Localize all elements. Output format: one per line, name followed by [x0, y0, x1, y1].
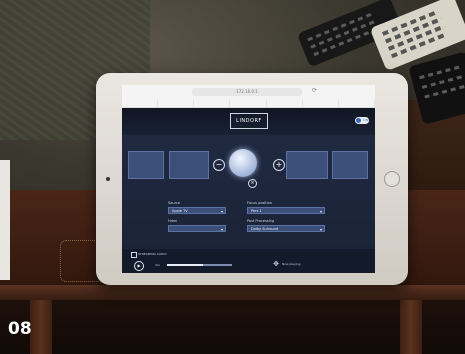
toggle-knob — [356, 118, 361, 123]
volume-down-button[interactable]: − — [213, 159, 225, 171]
app-header: LINDORF ON — [122, 108, 375, 134]
browser-chrome: 172.16.0.1 ⟳ — [122, 85, 375, 108]
power-toggle[interactable]: ON — [355, 117, 369, 124]
source-selector-box[interactable] — [128, 151, 164, 179]
chevron-down-icon: ▾ — [319, 209, 322, 214]
volume-slider[interactable] — [167, 264, 232, 266]
focus-select-value: Pers 1 — [251, 209, 262, 213]
streaming-checkbox[interactable] — [131, 252, 137, 258]
white-object-edge — [0, 160, 10, 280]
browser-tab[interactable] — [230, 99, 267, 107]
tablet-screen: 172.16.0.1 ⟳ LINDORF ON − + × Source App… — [122, 85, 375, 273]
hdmi-select[interactable]: ▾ — [168, 225, 226, 232]
table-shadow — [0, 300, 465, 354]
play-icon[interactable]: ▶ — [134, 261, 144, 271]
photo-scene: 172.16.0.1 ⟳ LINDORF ON − + × Source App… — [0, 0, 465, 354]
checkbox-label: STREAMING AUDIO — [138, 252, 167, 256]
toggle-label: ON — [363, 118, 368, 122]
processing-select[interactable]: Dolby Surround ▾ — [247, 225, 325, 232]
source-format-box[interactable] — [169, 151, 209, 179]
soundfield-box[interactable] — [332, 151, 368, 179]
browser-tab[interactable] — [267, 99, 303, 107]
source-select[interactable]: Apple TV ▾ — [168, 207, 226, 214]
processing-label: Post Processing — [247, 219, 275, 223]
hdmi-label: Hdmi — [168, 219, 178, 223]
volume-slider-fill — [167, 264, 203, 266]
chevron-down-icon: ▾ — [319, 227, 322, 232]
brand-logo: LINDORF — [230, 113, 268, 129]
url-bar[interactable]: 172.16.0.1 — [192, 88, 302, 96]
chevron-down-icon: ▾ — [220, 209, 223, 214]
now-playing-label: Now playing — [282, 262, 301, 266]
volume-knob[interactable] — [229, 149, 257, 177]
processing-select-value: Dolby Surround — [251, 227, 279, 231]
camera-dot — [106, 177, 110, 181]
browser-tab[interactable] — [122, 99, 159, 107]
focus-select[interactable]: Pers 1 ▾ — [247, 207, 325, 214]
output-format-box[interactable] — [286, 151, 328, 179]
volume-label: Vol — [155, 263, 160, 267]
ipad-tablet: 172.16.0.1 ⟳ LINDORF ON − + × Source App… — [96, 73, 408, 285]
browser-tabs — [122, 99, 375, 107]
home-button[interactable] — [384, 171, 400, 187]
browser-tab[interactable] — [194, 99, 231, 107]
reload-icon[interactable]: ⟳ — [312, 88, 318, 94]
browser-tab[interactable] — [339, 99, 375, 107]
volume-up-button[interactable]: + — [273, 159, 285, 171]
photo-number-badge: 08 — [8, 319, 32, 339]
browser-tab[interactable] — [158, 99, 195, 107]
control-panel: − + × Source Apple TV ▾ Focus position P… — [122, 135, 375, 273]
source-select-value: Apple TV — [172, 209, 188, 213]
move-icon[interactable]: ✥ — [272, 260, 280, 268]
source-label: Source — [168, 201, 181, 205]
mute-button[interactable]: × — [248, 179, 257, 188]
table-leg — [400, 300, 422, 354]
player-bar: STREAMING AUDIO ▶ Vol ✥ Now playing — [122, 249, 375, 273]
focus-label: Focus position — [247, 201, 272, 205]
chevron-down-icon: ▾ — [220, 227, 223, 232]
browser-tab[interactable] — [303, 99, 339, 107]
